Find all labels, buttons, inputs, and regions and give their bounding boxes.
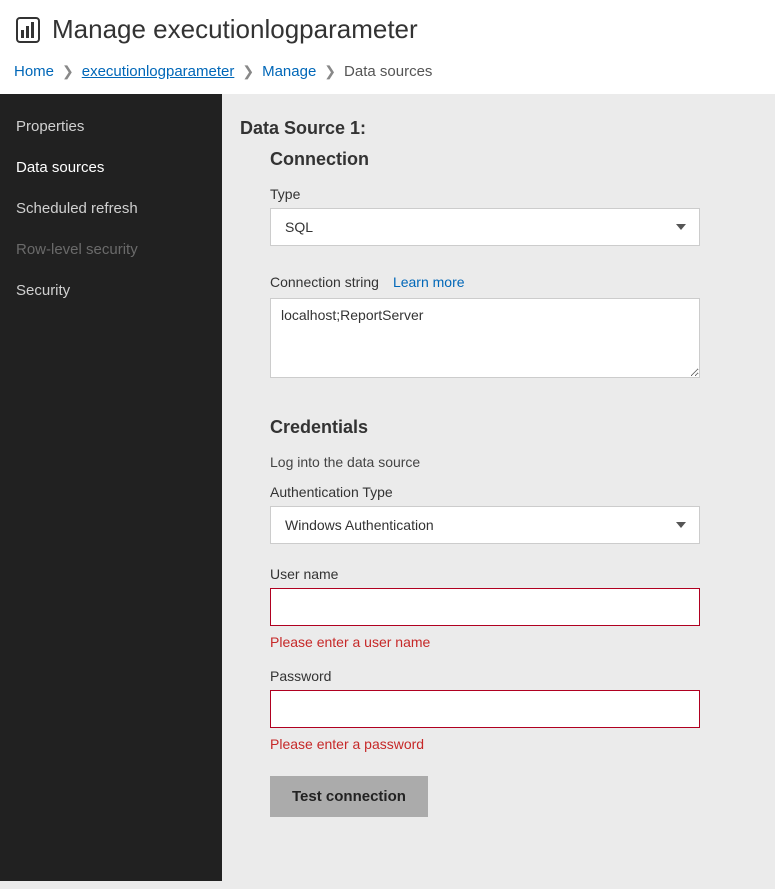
password-label: Password [270, 668, 757, 684]
chevron-right-icon: ❯ [324, 63, 336, 80]
breadcrumb-home[interactable]: Home [14, 63, 54, 80]
test-connection-button[interactable]: Test connection [270, 776, 428, 817]
password-error: Please enter a password [270, 736, 757, 752]
password-input[interactable] [270, 690, 700, 728]
learn-more-link[interactable]: Learn more [393, 274, 465, 290]
sidebar-item-row-level-security: Row-level security [0, 229, 222, 270]
powerbi-logo-icon [14, 16, 42, 44]
breadcrumb-item[interactable]: executionlogparameter [82, 63, 235, 80]
connection-heading: Connection [270, 149, 757, 170]
content-area: Data Source 1: Connection Type SQL Conne… [222, 94, 775, 881]
chevron-right-icon: ❯ [62, 63, 74, 80]
type-select[interactable]: SQL [270, 208, 700, 246]
auth-type-label: Authentication Type [270, 484, 757, 500]
username-error: Please enter a user name [270, 634, 757, 650]
type-label: Type [270, 186, 757, 202]
breadcrumb-current: Data sources [344, 63, 432, 80]
credentials-heading: Credentials [270, 417, 757, 438]
username-label: User name [270, 566, 757, 582]
breadcrumb-manage[interactable]: Manage [262, 63, 316, 80]
chevron-right-icon: ❯ [242, 63, 254, 80]
username-input[interactable] [270, 588, 700, 626]
connection-string-input[interactable] [270, 298, 700, 378]
credentials-subtext: Log into the data source [270, 454, 757, 470]
breadcrumb: Home ❯ executionlogparameter ❯ Manage ❯ … [14, 63, 761, 80]
data-source-heading: Data Source 1: [240, 118, 757, 139]
auth-type-select[interactable]: Windows Authentication [270, 506, 700, 544]
sidebar-item-scheduled-refresh[interactable]: Scheduled refresh [0, 188, 222, 229]
sidebar: Properties Data sources Scheduled refres… [0, 94, 222, 881]
sidebar-item-data-sources[interactable]: Data sources [0, 147, 222, 188]
sidebar-item-security[interactable]: Security [0, 270, 222, 311]
sidebar-item-properties[interactable]: Properties [0, 106, 222, 147]
connection-string-label: Connection string [270, 274, 379, 290]
page-title: Manage executionlogparameter [52, 14, 418, 45]
